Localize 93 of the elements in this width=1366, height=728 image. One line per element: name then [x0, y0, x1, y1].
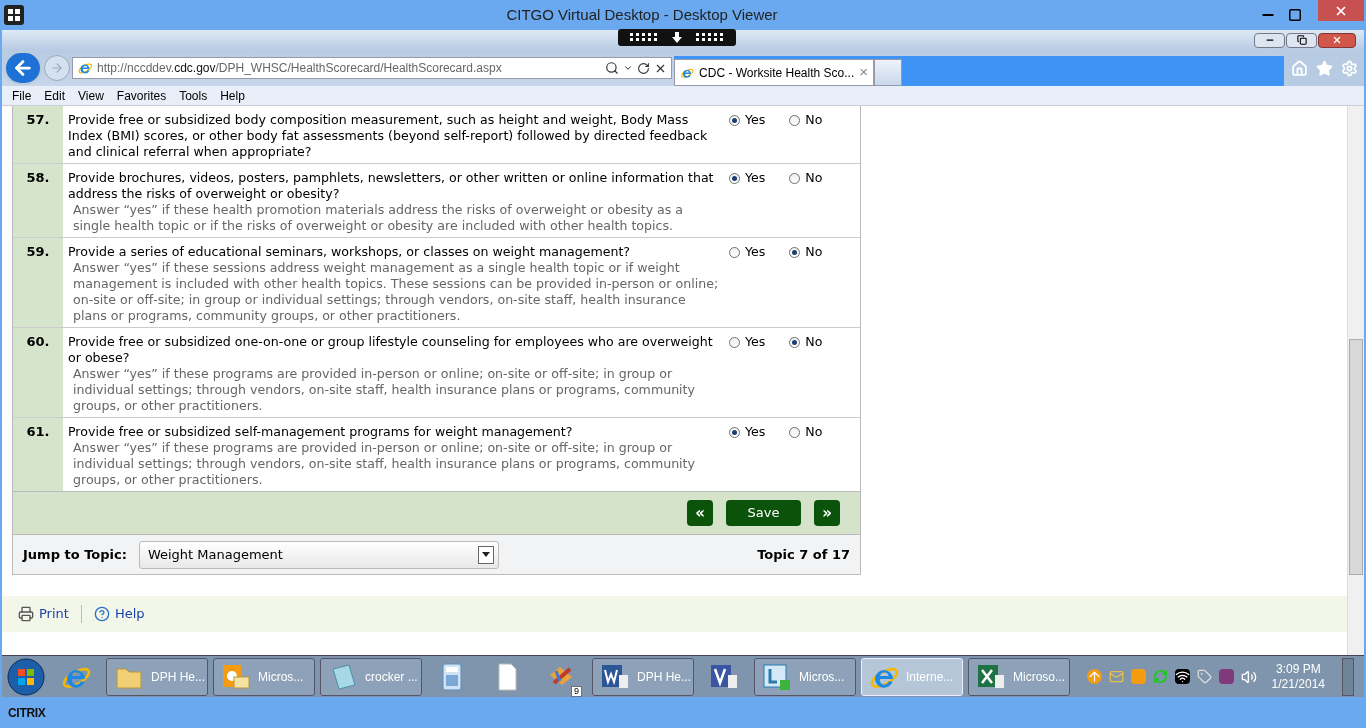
- footer-link[interactable]: Help: [93, 604, 145, 624]
- taskbar-label: crocker ...: [365, 668, 418, 686]
- question-number: 61.: [26, 424, 50, 441]
- radio-button[interactable]: [789, 426, 801, 438]
- tag-icon[interactable]: [1196, 669, 1212, 684]
- option-label: Yes: [745, 332, 766, 351]
- url-text: http://nccddev.cdc.gov/DPH_WHSC/HealthScorecard/HealthScorecard.aspx: [97, 60, 503, 77]
- help-icon: [93, 606, 110, 622]
- taskbar-label: Interne...: [906, 668, 954, 686]
- new-tab-button[interactable]: [874, 59, 902, 86]
- next-button[interactable]: »: [814, 500, 840, 526]
- browser-icon: [77, 60, 93, 76]
- menu-item[interactable]: Help: [220, 86, 245, 105]
- caret-icon: [481, 552, 490, 557]
- question-hint: Answer “yes” if these programs are provided in-person or online; on-site or off-site; in group or individual settings; through vendors, on-site staff, health insurance plans or programs, community groups, or other practitioners.: [72, 366, 696, 414]
- question-number: 57.: [26, 112, 50, 129]
- scroll-thumb[interactable]: [1349, 339, 1363, 575]
- save-button[interactable]: Save: [726, 500, 801, 526]
- taskbar-label: Micros...: [258, 668, 304, 686]
- tab-title: CDC - Worksite Health Sco...: [699, 64, 855, 82]
- tab-close[interactable]: ×: [859, 61, 868, 84]
- address-bar[interactable]: http://nccddev.cdc.gov/DPH_WHSC/HealthScorecard/HealthScorecard.aspx: [72, 57, 672, 79]
- taskbar-label: Microso...: [1013, 668, 1065, 686]
- clock-time: 3:09 PM: [1275, 661, 1321, 677]
- taskbar-label: DPH He...: [151, 668, 205, 686]
- badge-count: 9: [571, 685, 582, 697]
- update-icon[interactable]: [1086, 669, 1102, 684]
- printer-icon: [18, 606, 34, 622]
- menu-item[interactable]: Edit: [44, 86, 66, 105]
- radio-button[interactable]: [729, 114, 740, 126]
- question-text: Provide free or subsidized self-management programs for weight management?: [68, 424, 574, 440]
- close-button[interactable]: [1318, 32, 1356, 48]
- question-text: Provide free or subsidized body composition measurement, such as height and weight, Body Mass Index (BMI) scores, or other body fat assessments (beyond self-report) followed by directed feedback and clinical referral when appropriate?: [68, 112, 709, 160]
- option-label: No: [805, 242, 823, 261]
- radio-button[interactable]: [789, 336, 801, 348]
- option-label: Yes: [745, 168, 766, 187]
- option-label: No: [805, 168, 823, 187]
- question-number: 60.: [26, 334, 50, 351]
- back-button[interactable]: [4, 51, 42, 85]
- minimize-button[interactable]: [1254, 32, 1285, 48]
- menu-item[interactable]: Tools: [179, 86, 208, 105]
- radio-button[interactable]: [729, 246, 740, 258]
- restore-button[interactable]: [1286, 32, 1317, 48]
- option-label: No: [805, 422, 823, 441]
- citrix-logo: CITRIX: [8, 704, 46, 722]
- question-text: Provide a series of educational seminars, workshops, or classes on weight management?: [68, 244, 631, 260]
- option-label: Yes: [745, 422, 766, 441]
- footer-link[interactable]: Print: [18, 604, 69, 624]
- radio-button[interactable]: [789, 114, 801, 126]
- question-text: Provide brochures, videos, posters, pamphlets, newsletters, or other written or online information that address the risks of overweight or obesity?: [68, 170, 715, 202]
- option-label: Yes: [745, 110, 766, 129]
- clock-date: 1/21/2014: [1271, 676, 1325, 692]
- restore-icon: [1296, 35, 1307, 45]
- scrollbar[interactable]: [1347, 106, 1364, 655]
- radio-button[interactable]: [789, 172, 801, 184]
- taskbar-label: DPH He...: [637, 668, 691, 686]
- option-label: Yes: [745, 242, 766, 261]
- option-label: No: [805, 110, 823, 129]
- show-desktop-button[interactable]: [1342, 657, 1354, 696]
- question-hint: Answer “yes” if these health promotion materials address the risks of overweight or obesity as a single health topic or if the risks of overweight or obesity are included with other health topics.: [72, 202, 685, 234]
- window-menu-icon[interactable]: [4, 5, 24, 25]
- question-text: Provide free or subsidized one-on-one or group lifestyle counseling for employees who are overweight or obese?: [68, 334, 714, 366]
- refresh-icon[interactable]: [637, 61, 650, 75]
- close-icon: [1332, 35, 1342, 45]
- question-number: 59.: [26, 244, 50, 261]
- question-hint: Answer “yes” if these sessions address weight management as a single health topic or if weight management is included with other health topics. These sessions can be provided in-person or online; on-site or off-site; in group or individual settings; through vendors, on-site staff, health insurance plans or programs, community groups, or other practitioners.: [72, 260, 719, 324]
- menu-item[interactable]: View: [78, 86, 104, 105]
- maximize-icon[interactable]: [1288, 8, 1302, 22]
- radio-button[interactable]: [789, 246, 801, 258]
- topic-position: Topic 7 of 17: [757, 545, 850, 564]
- browser-tab[interactable]: CDC - Worksite Health Sco... ×: [674, 59, 874, 86]
- taskbar-label: Micros...: [799, 668, 845, 686]
- start-button[interactable]: [6, 656, 46, 697]
- topic-select[interactable]: Weight Management: [138, 540, 499, 569]
- topic-value: Weight Management: [147, 545, 284, 564]
- option-label: No: [805, 332, 823, 351]
- question-hint: Answer “yes” if these programs are provided in-person or online; on-site or off-site; in group or individual settings; through vendors, on-site staff, health insurance plans or programs, community groups, or other practitioners.: [72, 440, 696, 488]
- window-title: CITGO Virtual Desktop - Desktop Viewer: [505, 4, 779, 25]
- menu-item[interactable]: File: [12, 86, 32, 105]
- toolbar-grip-icon[interactable]: [618, 29, 736, 46]
- dropdown-icon[interactable]: [623, 63, 633, 73]
- search-icon[interactable]: [605, 61, 619, 75]
- signal-icon[interactable]: [1174, 669, 1190, 684]
- previous-button[interactable]: «: [687, 500, 713, 526]
- question-number: 58.: [26, 170, 50, 187]
- menu-item[interactable]: Favorites: [116, 86, 167, 105]
- radio-button[interactable]: [729, 172, 740, 184]
- close-button[interactable]: [1318, 0, 1364, 21]
- radio-button[interactable]: [729, 336, 740, 348]
- jump-label: Jump to Topic:: [23, 545, 127, 564]
- volume-icon[interactable]: [1240, 668, 1257, 685]
- forward-arrow-icon: [50, 61, 64, 75]
- radio-button[interactable]: [729, 426, 740, 438]
